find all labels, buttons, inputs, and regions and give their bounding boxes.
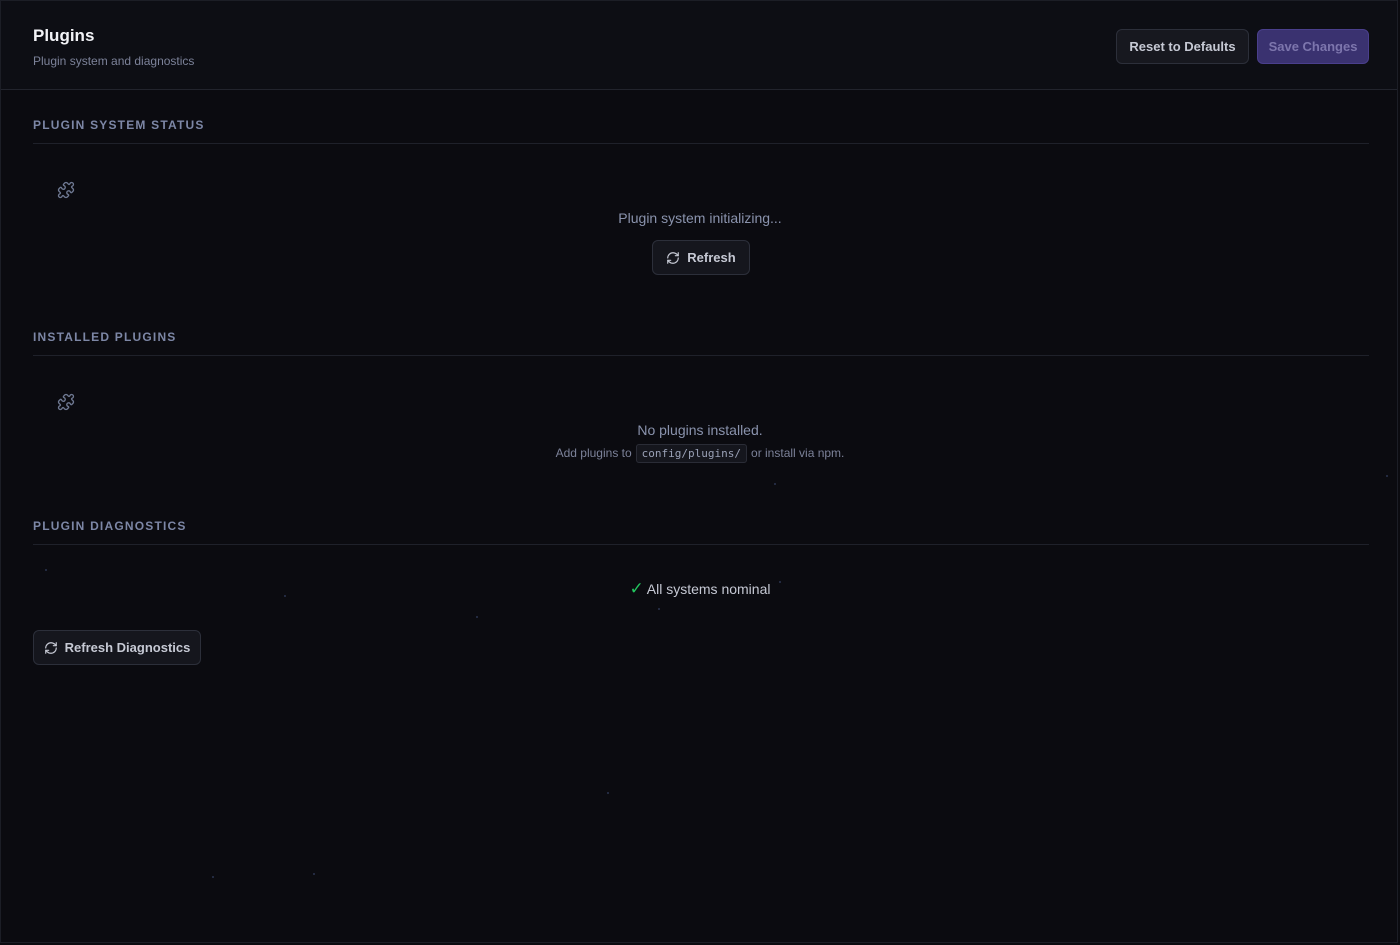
section-divider [33, 143, 1369, 144]
background-dot [212, 876, 214, 878]
install-hint-suffix: or install via npm. [751, 446, 845, 460]
reset-to-defaults-button[interactable]: Reset to Defaults [1116, 29, 1249, 64]
refresh-icon [44, 641, 57, 654]
section-title-diagnostics: PLUGIN DIAGNOSTICS [33, 519, 187, 533]
puzzle-icon [57, 393, 75, 411]
puzzle-icon [57, 181, 75, 199]
diagnostics-status-message: All systems nominal [646, 581, 771, 597]
background-dot [313, 873, 315, 875]
section-divider [33, 544, 1369, 545]
refresh-diagnostics-button[interactable]: Refresh Diagnostics [33, 630, 201, 665]
refresh-icon [667, 251, 680, 264]
background-dot [774, 483, 776, 485]
page-header: Plugins Plugin system and diagnostics Re… [1, 1, 1397, 90]
install-hint: Add plugins to config/plugins/or install … [1, 444, 1397, 463]
refresh-diagnostics-label: Refresh Diagnostics [64, 640, 191, 655]
page-subtitle: Plugin system and diagnostics [33, 54, 195, 68]
section-title-installed-plugins: INSTALLED PLUGINS [33, 330, 177, 344]
background-dot [658, 608, 660, 610]
page-title: Plugins [33, 26, 95, 45]
save-changes-button[interactable]: Save Changes [1257, 29, 1369, 64]
install-hint-prefix: Add plugins to [555, 446, 632, 460]
background-dot [1386, 475, 1388, 477]
section-divider [33, 355, 1369, 356]
background-dot [45, 569, 47, 571]
refresh-button[interactable]: Refresh [652, 240, 750, 275]
diagnostics-status: ✓ All systems nominal [1, 579, 1397, 599]
system-status-message: Plugin system initializing... [618, 210, 782, 226]
check-icon: ✓ [629, 579, 644, 598]
plugins-page: Plugins Plugin system and diagnostics Re… [0, 0, 1398, 943]
plugins-path-code: config/plugins/ [635, 444, 748, 463]
refresh-button-label: Refresh [687, 250, 736, 265]
background-dot [476, 616, 478, 618]
section-title-system-status: PLUGIN SYSTEM STATUS [33, 118, 205, 132]
no-plugins-message: No plugins installed. [637, 422, 763, 438]
background-dot [607, 792, 609, 794]
